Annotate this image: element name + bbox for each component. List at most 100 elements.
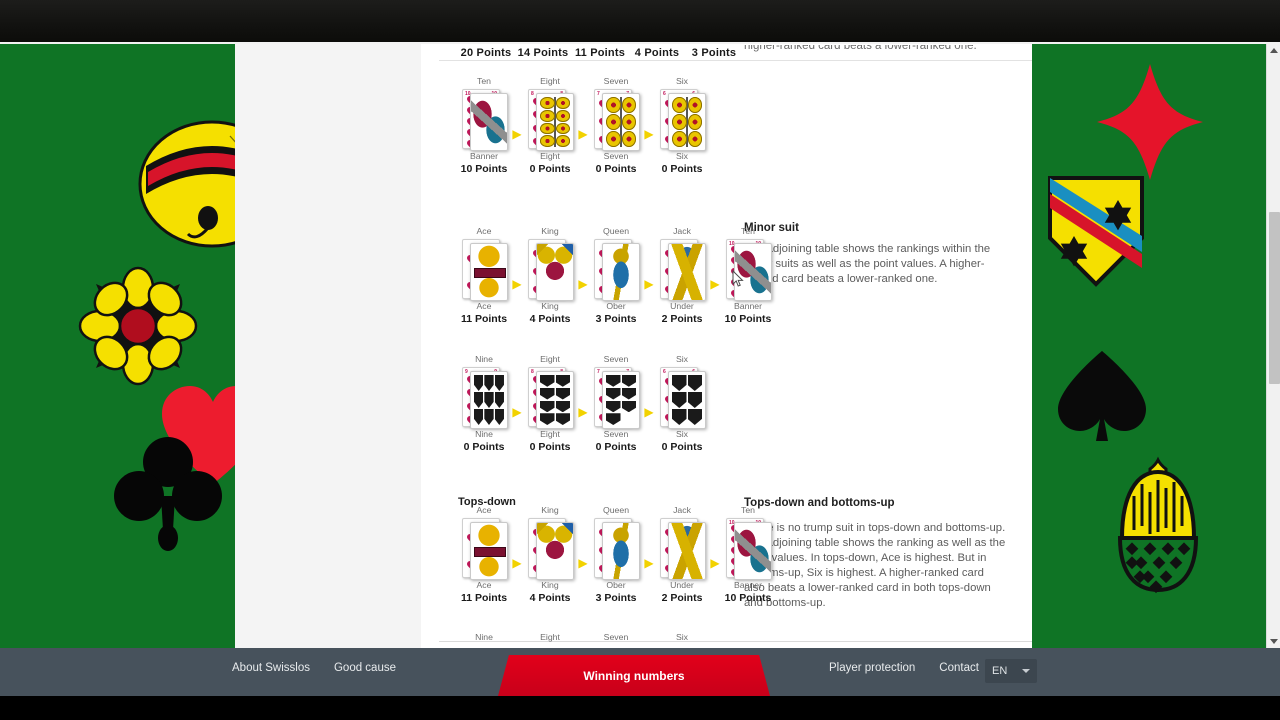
- card-cell: King King 4 Points: [522, 226, 578, 326]
- scrollbar-thumb[interactable]: [1269, 212, 1280, 384]
- winning-numbers-label: Winning numbers: [583, 668, 685, 683]
- card-points: 3 Points: [595, 313, 637, 325]
- footer-link-about-swisslos[interactable]: About Swisslos: [232, 662, 310, 674]
- lead-text: higher-ranked card beats a lower-ranked …: [744, 45, 977, 52]
- bottom-black-bar: [0, 696, 1280, 720]
- screen: 20 Points 14 Points 11 Points 4 Points 3…: [0, 0, 1280, 720]
- article-content: 20 Points 14 Points 11 Points 4 Points 3…: [421, 44, 1032, 648]
- card-top-caption: Eight: [540, 76, 560, 86]
- card-top-caption: Nine: [475, 632, 493, 642]
- card-top-caption: Eight: [540, 354, 560, 364]
- right-green-panel: [1032, 44, 1266, 648]
- card-points: 10 Points: [724, 592, 772, 604]
- card-front-layer: [668, 371, 706, 429]
- card-bottom-caption: Six: [675, 151, 689, 161]
- card-cell: Ace Ace 11 Points: [456, 226, 512, 326]
- card-points: 4 Points: [529, 313, 571, 325]
- playing-card: 1010: [456, 87, 512, 151]
- card-front-layer: [536, 243, 574, 301]
- card-points: 10 Points: [460, 163, 508, 175]
- card-cell: Six: [654, 632, 710, 643]
- footer-left-links: About Swisslos Good cause: [232, 662, 396, 674]
- card-top-caption: Jack: [673, 226, 691, 236]
- scroll-up-arrow-icon[interactable]: [1270, 48, 1278, 53]
- language-selector[interactable]: EN: [985, 659, 1037, 683]
- playing-card: 77: [588, 87, 644, 151]
- card-cell: Nine: [456, 632, 512, 643]
- points-value: 11 Points: [574, 47, 626, 59]
- card-points: 2 Points: [661, 592, 703, 604]
- chevron-down-icon: [1022, 669, 1030, 673]
- card-points: 2 Points: [661, 313, 703, 325]
- card-bottom-caption: Ober: [606, 301, 626, 311]
- rank-arrow-icon: [644, 407, 654, 417]
- card-bottom-caption: Ace: [476, 301, 492, 311]
- card-cell: Ten 1010 Banner 10 Points: [456, 76, 512, 176]
- winning-numbers-button[interactable]: Winning numbers: [498, 655, 770, 696]
- footer-link-contact[interactable]: Contact: [939, 662, 979, 674]
- rank-arrow-icon: [644, 279, 654, 289]
- card-points: 0 Points: [463, 441, 505, 453]
- card-cell: Ace Ace 11 Points: [456, 505, 512, 605]
- playing-card: 88: [522, 365, 578, 429]
- card-bottom-caption: Banner: [469, 151, 498, 161]
- card-top-caption: Six: [675, 354, 689, 364]
- acorn-suit-icon: [1117, 456, 1199, 594]
- card-front-layer: [536, 371, 574, 429]
- rank-arrow-icon: [644, 558, 654, 568]
- card-strip-minor-high: Ace Ace 11 Points King: [456, 226, 776, 326]
- card-bottom-caption: Eight: [540, 429, 560, 439]
- points-value: 20 Points: [460, 47, 512, 59]
- left-sidebar-panel: [235, 44, 421, 648]
- card-bottom-caption: Seven: [603, 151, 629, 161]
- card-front-layer: [470, 243, 508, 301]
- rank-arrow-icon: [578, 279, 588, 289]
- card-cell: Six 66: [654, 76, 710, 176]
- card-top-caption: Seven: [603, 76, 629, 86]
- card-bottom-caption: Eight: [540, 151, 560, 161]
- rank-arrow-icon: [710, 558, 720, 568]
- card-cell: Seven 77: [588, 354, 644, 454]
- spade-suit-icon: [1058, 351, 1146, 441]
- card-bottom-caption: Under: [670, 580, 694, 590]
- footer-link-player-protection[interactable]: Player protection: [829, 662, 915, 674]
- scroll-down-arrow-icon[interactable]: [1270, 639, 1278, 644]
- language-value: EN: [992, 665, 1008, 677]
- article-inner: 20 Points 14 Points 11 Points 4 Points 3…: [439, 44, 1032, 648]
- card-points: 3 Points: [595, 592, 637, 604]
- card-front-layer: [668, 93, 706, 151]
- card-front-layer: [734, 522, 772, 580]
- card-points: 0 Points: [529, 441, 571, 453]
- playing-card: [456, 516, 512, 580]
- clipped-lead-text: higher-ranked card beats a lower-ranked …: [744, 45, 1034, 61]
- card-cell: Ten 1010 Banner 10 Points: [720, 226, 776, 326]
- card-bottom-caption: Seven: [603, 429, 629, 439]
- card-top-caption: Queen: [602, 226, 630, 236]
- minor-suit-body: The adjoining table shows the rankings w…: [744, 243, 991, 285]
- card-top-caption: Seven: [603, 354, 629, 364]
- card-cell: Jack Under 2 Points: [654, 505, 710, 605]
- points-value: 4 Points: [634, 47, 680, 59]
- footer-right-links: Player protection Contact: [829, 662, 979, 674]
- card-points: 0 Points: [595, 441, 637, 453]
- card-cell: Eight: [522, 632, 578, 643]
- card-top-caption: King: [541, 505, 559, 515]
- rank-arrow-icon: [578, 129, 588, 139]
- playing-card: 66: [654, 365, 710, 429]
- card-top-caption: Ace: [476, 226, 492, 236]
- card-points: 4 Points: [529, 592, 571, 604]
- playing-card: 1010: [720, 516, 776, 580]
- tops-down-body: There is no trump suit in tops-down and …: [744, 522, 1006, 609]
- page-viewport: 20 Points 14 Points 11 Points 4 Points 3…: [0, 44, 1280, 648]
- card-cell: King King 4 Points: [522, 505, 578, 605]
- vertical-scrollbar[interactable]: [1266, 44, 1280, 648]
- card-top-caption: Six: [675, 632, 689, 642]
- card-cell: Nine 99: [456, 354, 512, 454]
- playing-card: [588, 237, 644, 301]
- rank-arrow-icon: [644, 129, 654, 139]
- card-cell: Jack Under 2 Points: [654, 226, 710, 326]
- card-front-layer: [536, 93, 574, 151]
- card-bottom-caption: Banner: [733, 580, 762, 590]
- footer-link-good-cause[interactable]: Good cause: [334, 662, 396, 674]
- card-cell: Eight 88: [522, 76, 578, 176]
